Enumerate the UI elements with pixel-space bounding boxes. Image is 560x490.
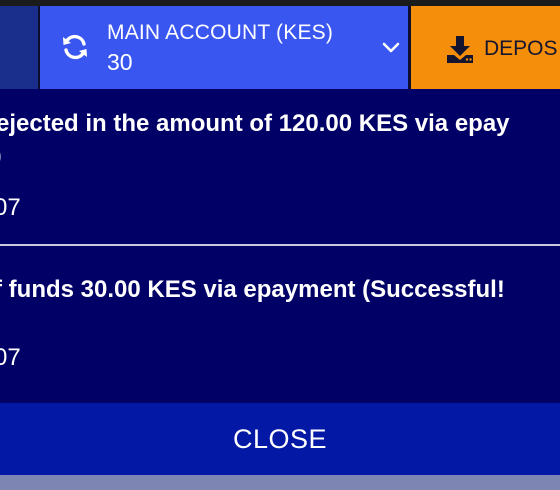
- download-icon: [447, 36, 473, 63]
- left-header-block[interactable]: [0, 6, 38, 89]
- account-selector[interactable]: MAIN ACCOUNT (KES) 30: [40, 6, 408, 89]
- refresh-icon[interactable]: [60, 32, 90, 62]
- close-button[interactable]: CLOSE: [0, 403, 560, 475]
- deposit-button[interactable]: DEPOS: [411, 6, 560, 89]
- transaction-text-continued: ): [0, 142, 2, 170]
- bottom-strip: [0, 475, 560, 490]
- divider: [0, 244, 560, 246]
- account-label: MAIN ACCOUNT (KES): [107, 21, 334, 44]
- transaction-text: f funds 30.00 KES via epayment (Successf…: [0, 276, 505, 303]
- transaction-reference: 07: [0, 344, 21, 371]
- transaction-reference: 07: [0, 194, 21, 221]
- chevron-down-icon[interactable]: [382, 42, 400, 54]
- transaction-text: ejected in the amount of 120.00 KES via …: [0, 110, 510, 137]
- account-balance: 30: [107, 49, 133, 75]
- deposit-label: DEPOS: [484, 37, 558, 60]
